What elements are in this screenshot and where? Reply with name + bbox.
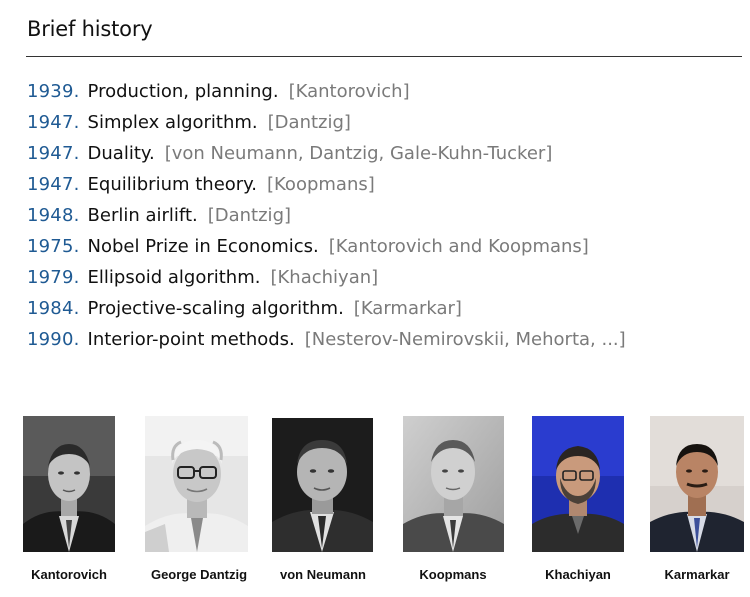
timeline-entry: 1984. Projective-scaling algorithm. [Karma… [27,297,626,328]
timeline-year: 1979. [27,267,80,288]
timeline-entry: 1947. Equilibrium theory. [Koopmans] [27,173,626,204]
khachiyan-portrait [532,416,624,552]
timeline-credit: [Kantorovich] [288,81,410,102]
timeline-event: Duality. [87,143,155,164]
von-neumann-portrait [272,418,373,552]
timeline-event: Interior-point methods. [87,329,295,350]
title-divider [26,56,742,57]
timeline-entry: 1947. Simplex algorithm. [Dantzig] [27,111,626,142]
timeline-year: 1948. [27,205,80,226]
koopmans-portrait [403,416,504,552]
history-timeline: 1939. Production, planning. [Kantorovich] … [27,80,626,359]
portrait-caption: von Neumann [280,567,366,582]
timeline-credit: [Kantorovich and Koopmans] [328,236,589,257]
timeline-event: Production, planning. [87,81,279,102]
timeline-event: Equilibrium theory. [87,174,257,195]
timeline-event: Nobel Prize in Economics. [87,236,319,257]
timeline-year: 1984. [27,298,80,319]
timeline-credit: [von Neumann, Dantzig, Gale-Kuhn-Tucker] [164,143,553,164]
portrait-caption: Khachiyan [545,567,611,582]
timeline-event: Ellipsoid algorithm. [87,267,261,288]
timeline-entry: 1979. Ellipsoid algorithm. [Khachiyan] [27,266,626,297]
timeline-credit: [Nesterov-Nemirovskii, Mehorta, ...] [304,329,626,350]
timeline-year: 1990. [27,329,80,350]
timeline-year: 1975. [27,236,80,257]
timeline-year: 1939. [27,81,80,102]
portrait-caption: Koopmans [419,567,487,582]
portrait-caption: Kantorovich [31,567,107,582]
portrait-caption: Karmarkar [664,567,730,582]
timeline-entry: 1948. Berlin airlift. [Dantzig] [27,204,626,235]
timeline-entry: 1947. Duality. [von Neumann, Dantzig, Gale… [27,142,626,173]
timeline-year: 1947. [27,112,80,133]
dantzig-portrait [145,416,248,552]
karmarkar-portrait [650,416,744,552]
timeline-credit: [Dantzig] [267,112,351,133]
timeline-event: Berlin airlift. [87,205,198,226]
timeline-year: 1947. [27,174,80,195]
kantorovich-portrait [23,416,115,552]
timeline-entry: 1975. Nobel Prize in Economics. [Kantorovi… [27,235,626,266]
timeline-credit: [Khachiyan] [270,267,379,288]
timeline-entry: 1939. Production, planning. [Kantorovich] [27,80,626,111]
timeline-credit: [Karmarkar] [353,298,462,319]
timeline-year: 1947. [27,143,80,164]
timeline-entry: 1990. Interior-point methods. [Nesterov-Ne… [27,328,626,359]
timeline-event: Simplex algorithm. [87,112,258,133]
slide-title: Brief history [27,17,153,41]
timeline-event: Projective-scaling algorithm. [87,298,344,319]
timeline-credit: [Koopmans] [267,174,375,195]
timeline-credit: [Dantzig] [207,205,292,226]
portrait-caption: George Dantzig [150,567,248,582]
